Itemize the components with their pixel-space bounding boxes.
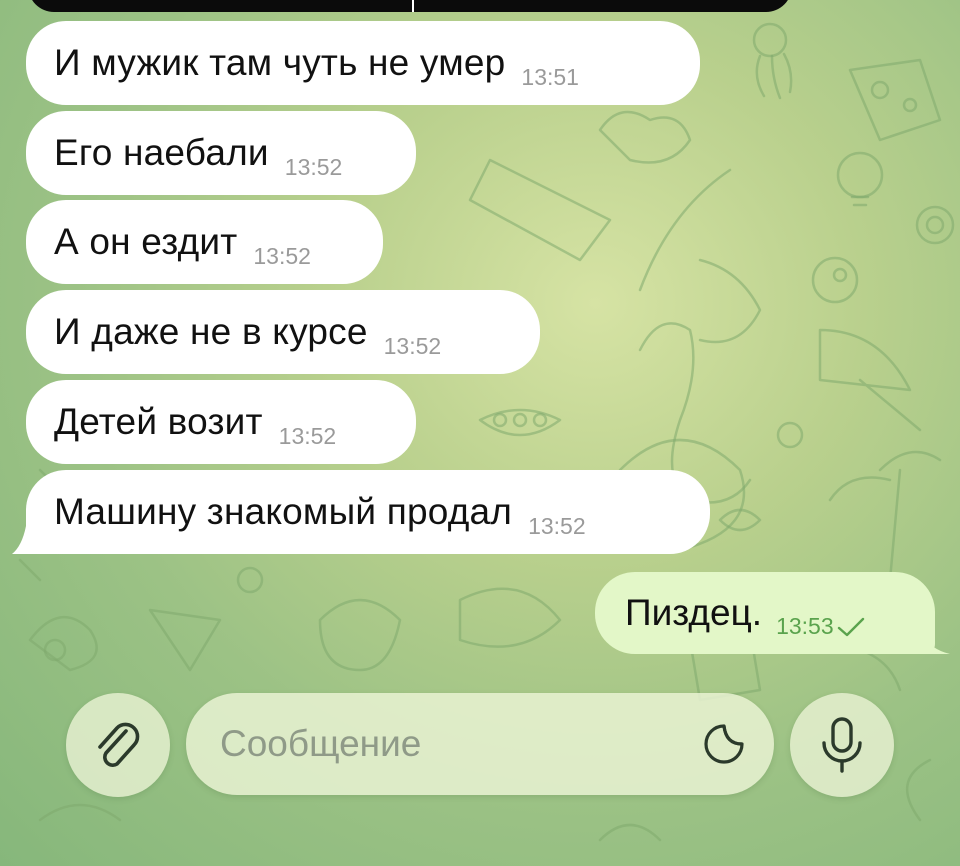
message-text: А он ездит (54, 221, 238, 262)
microphone-icon (822, 717, 862, 773)
message-bubble-incoming[interactable]: Машину знакомый продал 13:52 (26, 470, 710, 554)
message-text: И даже не в курсе (54, 311, 368, 352)
paperclip-icon (98, 722, 140, 767)
message-time: 13:52 (253, 243, 311, 269)
message-bubble-incoming[interactable]: Его наебали 13:52 (26, 111, 416, 195)
media-preview[interactable] (28, 0, 792, 12)
message-text: Пиздец. (625, 592, 763, 633)
message-bubble-incoming[interactable]: И даже не в курсе 13:52 (26, 290, 540, 374)
message-time: 13:52 (383, 333, 442, 359)
sticker-button[interactable] (698, 718, 750, 770)
message-text: И мужик там чуть не умер (54, 42, 506, 83)
message-bubble-incoming[interactable]: Детей возит 13:52 (26, 380, 416, 464)
media-divider (412, 0, 414, 12)
message-time: 13:51 (521, 64, 579, 90)
sticker-icon (704, 724, 744, 764)
message-input-bar[interactable] (186, 693, 774, 795)
bubble-tail-incoming (12, 526, 44, 554)
message-text: Машину знакомый продал (54, 491, 513, 532)
message-text: Его наебали (54, 132, 269, 173)
check-icon (837, 617, 864, 637)
microphone-button[interactable] (790, 693, 894, 797)
message-text: Детей возит (54, 401, 263, 442)
attach-button[interactable] (66, 693, 170, 797)
bubble-tail-outgoing (920, 624, 950, 654)
message-time: 13:52 (278, 423, 337, 449)
message-time: 13:53 (776, 613, 834, 639)
message-time: 13:52 (284, 154, 343, 180)
message-bubble-incoming[interactable]: А он ездит 13:52 (26, 200, 383, 284)
message-input[interactable] (218, 722, 698, 766)
message-bubble-incoming[interactable]: И мужик там чуть не умер 13:51 (26, 21, 700, 105)
message-time: 13:52 (528, 513, 586, 539)
message-bubble-outgoing[interactable]: Пиздец. 13:53 (595, 572, 935, 654)
